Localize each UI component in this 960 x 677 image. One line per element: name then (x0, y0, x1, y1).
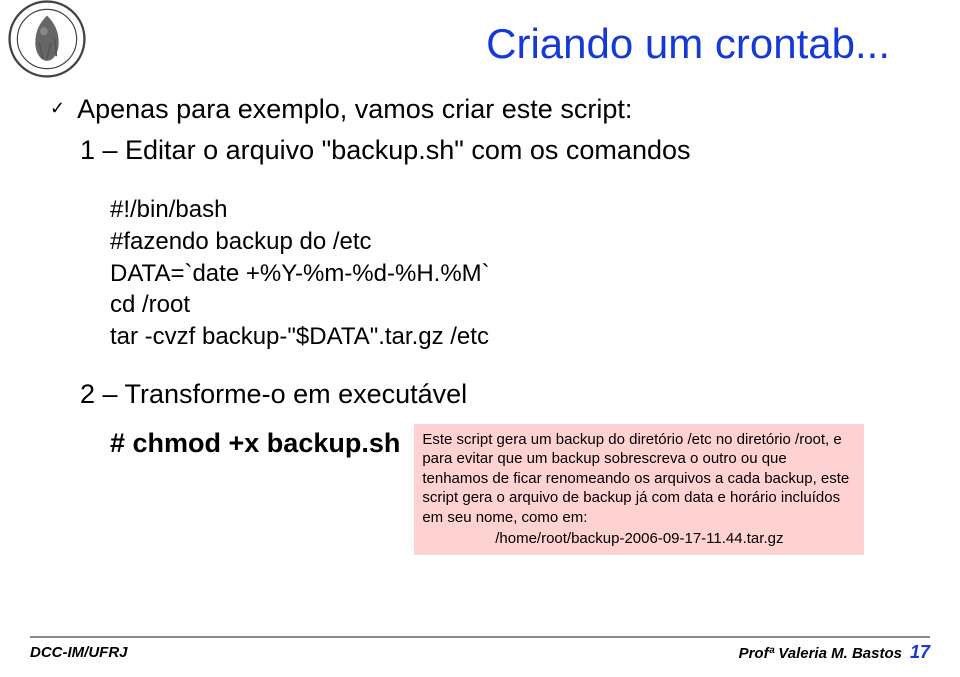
shell-script-code: #!/bin/bash #fazendo backup do /etc DATA… (110, 194, 910, 352)
check-icon: ✓ (50, 98, 65, 119)
footer-author: Profª Valeria M. Bastos (739, 645, 902, 662)
code-line: DATA=`date +%Y-%m-%d-%H.%M` (110, 258, 910, 290)
code-line: #fazendo backup do /etc (110, 226, 910, 258)
code-line: #!/bin/bash (110, 194, 910, 226)
chmod-command: # chmod +x backup.sh (110, 428, 400, 459)
step-1-text: 1 – Editar o arquivo "backup.sh" com os … (80, 133, 910, 168)
explanation-note: Este script gera um backup do diretório … (414, 424, 864, 555)
slide-title: Criando um crontab... (50, 20, 910, 68)
footer-divider (30, 636, 930, 638)
step-2-text: 2 – Transforme-o em executável (80, 379, 910, 410)
note-text: Este script gera um backup do diretório … (422, 430, 856, 528)
code-line: tar -cvzf backup-"$DATA".tar.gz /etc (110, 321, 910, 353)
code-line: cd /root (110, 289, 910, 321)
page-number: 17 (910, 642, 930, 663)
note-path: /home/root/backup-2006-09-17-11.44.tar.g… (422, 529, 856, 549)
bullet-intro: Apenas para exemplo, vamos criar este sc… (77, 92, 632, 127)
slide-footer: DCC-IM/UFRJ Profª Valeria M. Bastos 17 (0, 636, 960, 663)
footer-left: DCC-IM/UFRJ (30, 644, 128, 661)
